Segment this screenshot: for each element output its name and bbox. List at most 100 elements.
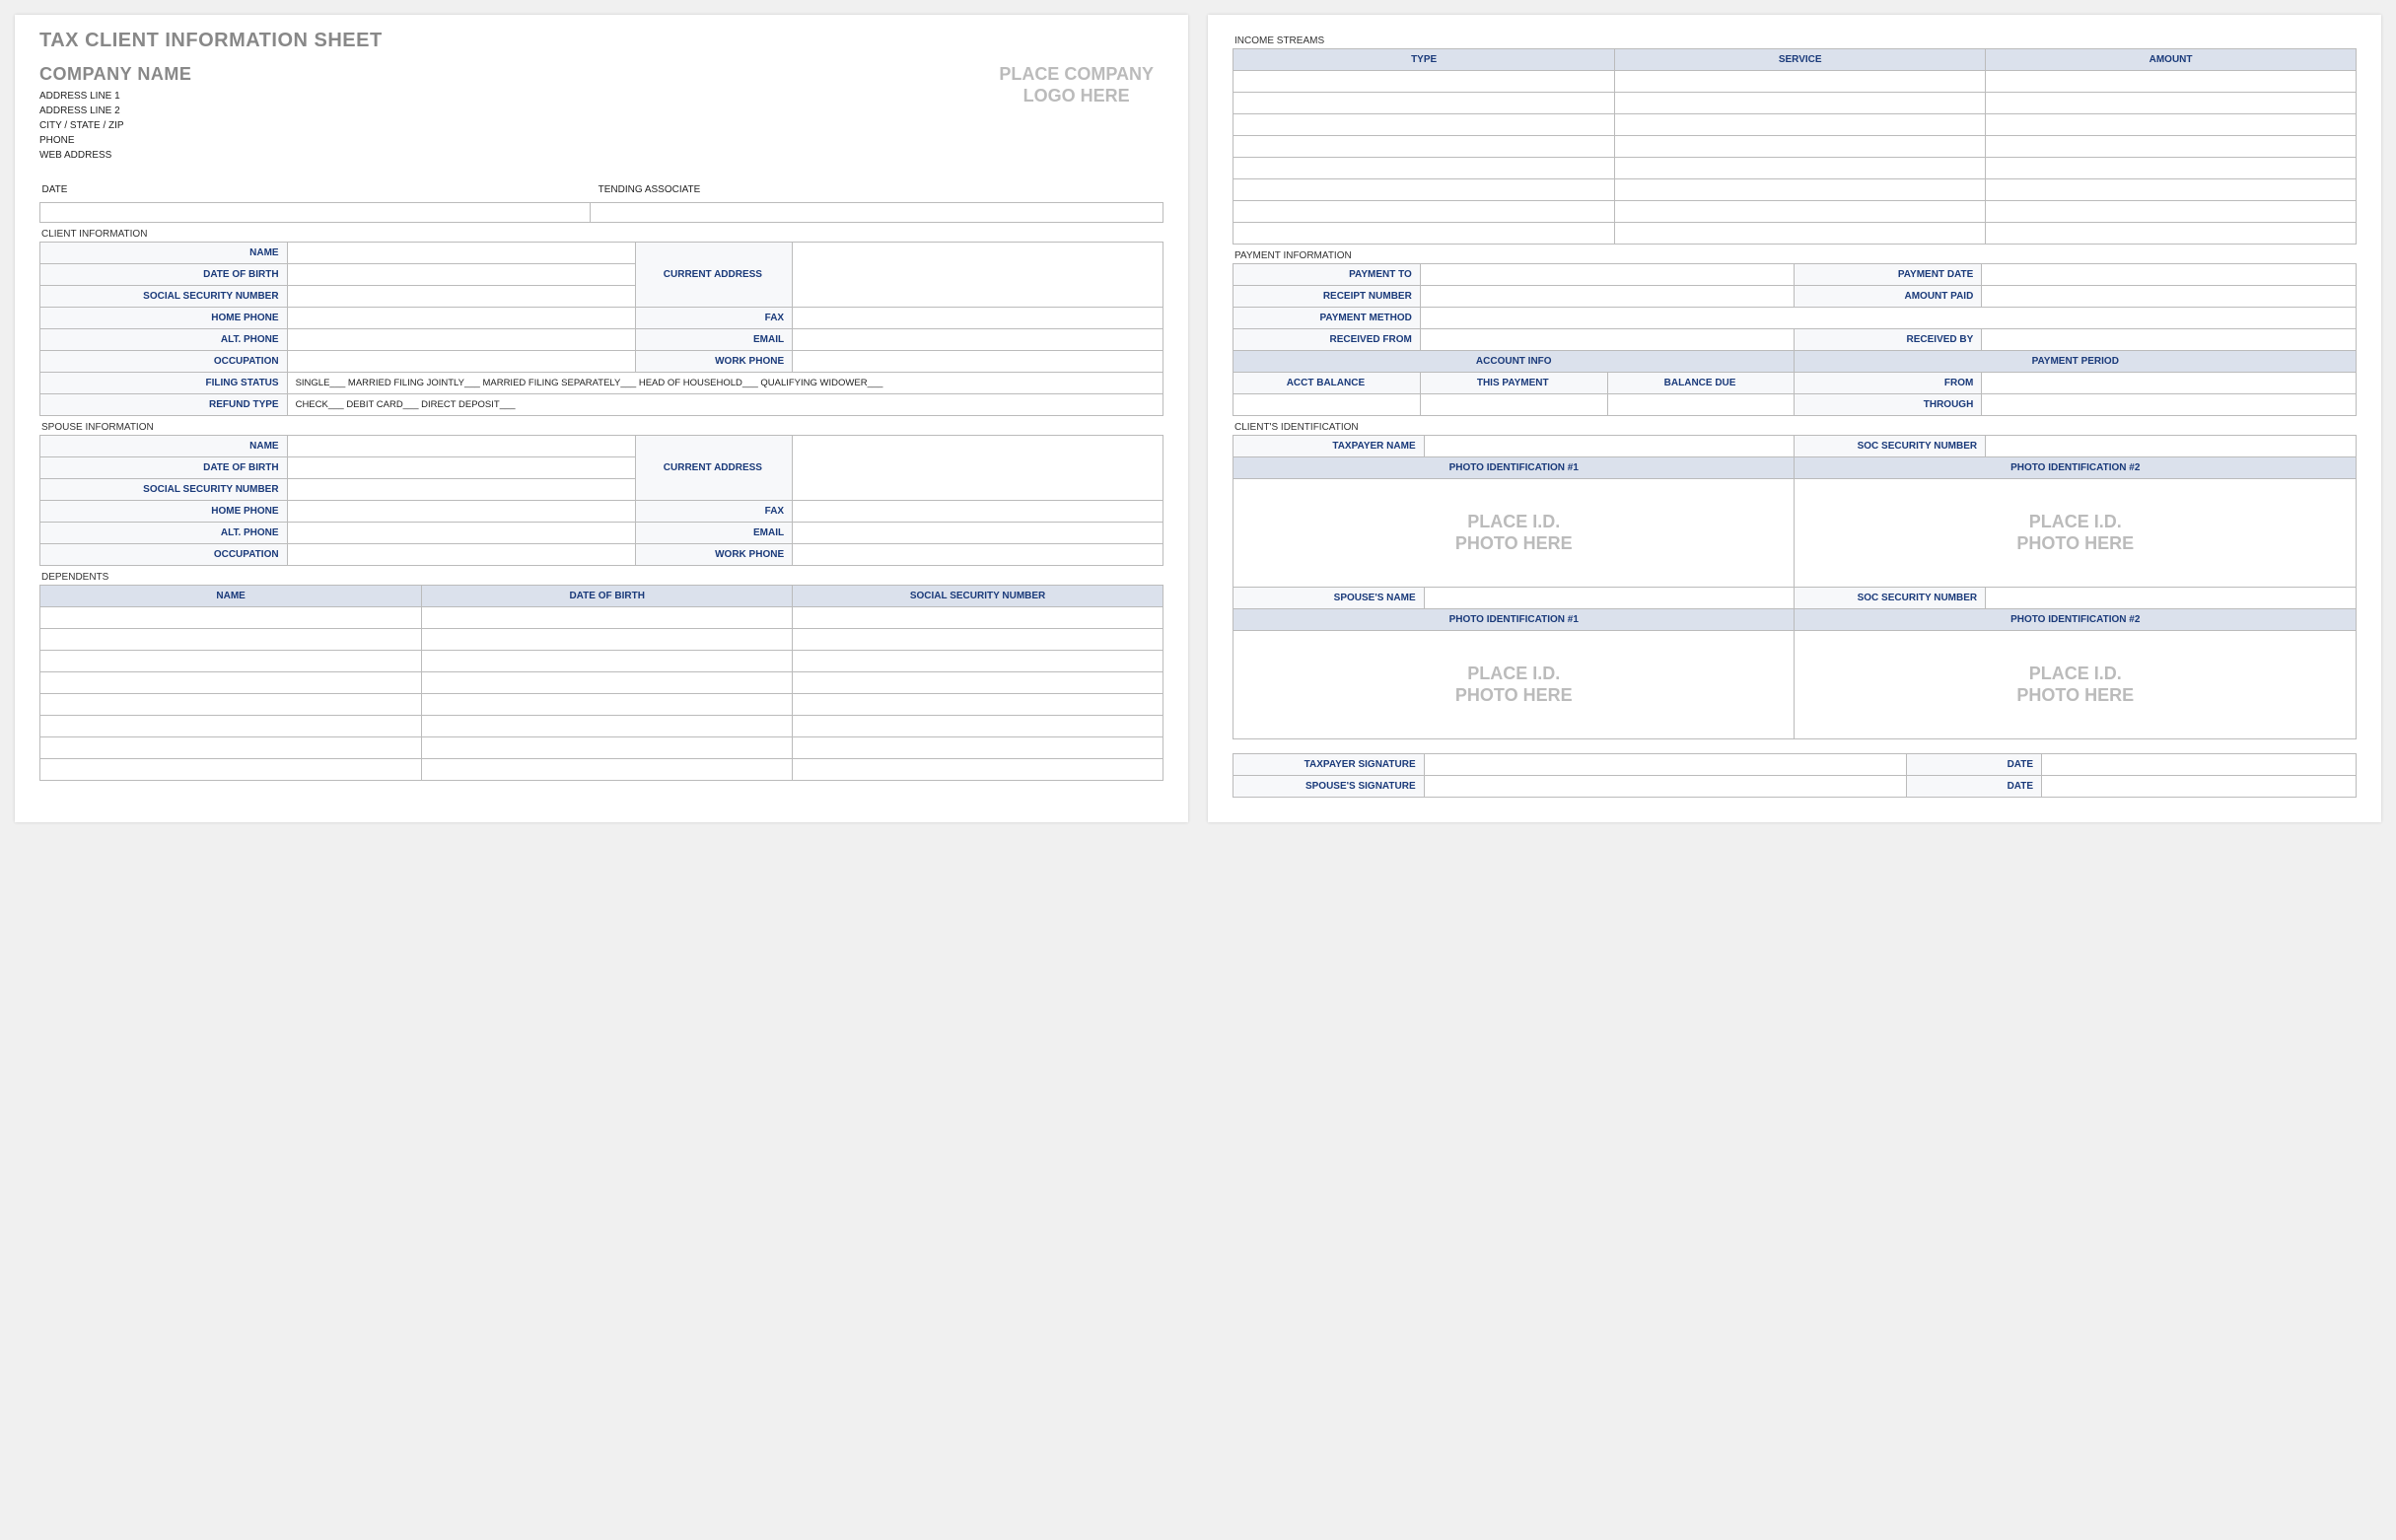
income-cell[interactable] xyxy=(1986,158,2357,179)
spouse-ssn-input[interactable] xyxy=(287,478,635,500)
dep-cell[interactable] xyxy=(422,693,793,715)
dep-cell[interactable] xyxy=(40,606,422,628)
income-cell[interactable] xyxy=(1233,114,1615,136)
income-cell[interactable] xyxy=(1986,223,2357,245)
spouse-name-input[interactable] xyxy=(287,435,635,456)
dep-cell[interactable] xyxy=(793,736,1163,758)
spouse-alt-input[interactable] xyxy=(287,522,635,543)
spouse-id-name-input[interactable] xyxy=(1424,588,1795,609)
client-name-input[interactable] xyxy=(287,242,635,263)
client-ssn-input[interactable] xyxy=(287,285,635,307)
income-cell[interactable] xyxy=(1233,223,1615,245)
date-input[interactable] xyxy=(40,202,591,222)
spouse-sig-date-input[interactable] xyxy=(2042,776,2357,798)
dep-cell[interactable] xyxy=(40,736,422,758)
receipt-input[interactable] xyxy=(1420,286,1795,308)
dep-cell[interactable] xyxy=(422,736,793,758)
dep-cell[interactable] xyxy=(40,693,422,715)
balance-due-input[interactable] xyxy=(1607,394,1795,416)
dep-cell[interactable] xyxy=(40,758,422,780)
dep-cell[interactable] xyxy=(422,628,793,650)
income-cell[interactable] xyxy=(1233,136,1615,158)
income-cell[interactable] xyxy=(1615,158,1986,179)
dep-cell[interactable] xyxy=(422,758,793,780)
client-work-input[interactable] xyxy=(793,350,1163,372)
taxpayer-ssn-input[interactable] xyxy=(1986,436,2357,457)
income-cell[interactable] xyxy=(1233,93,1615,114)
taxpayer-sig-date-input[interactable] xyxy=(2042,754,2357,776)
income-cell[interactable] xyxy=(1615,223,1986,245)
dep-cell[interactable] xyxy=(422,715,793,736)
amount-paid-input[interactable] xyxy=(1982,286,2357,308)
dep-cell[interactable] xyxy=(793,693,1163,715)
dep-cell[interactable] xyxy=(40,628,422,650)
client-fax-input[interactable] xyxy=(793,307,1163,328)
taxpayer-name-input[interactable] xyxy=(1424,436,1795,457)
dep-cell[interactable] xyxy=(40,650,422,671)
dep-cell[interactable] xyxy=(793,758,1163,780)
taxpayer-sig-input[interactable] xyxy=(1424,754,1907,776)
payment-method-input[interactable] xyxy=(1420,308,2356,329)
income-cell[interactable] xyxy=(1986,136,2357,158)
spouse-email-input[interactable] xyxy=(793,522,1163,543)
spouse-photo1-placeholder[interactable]: PLACE I.D.PHOTO HERE xyxy=(1233,631,1795,739)
income-cell[interactable] xyxy=(1615,71,1986,93)
income-cell[interactable] xyxy=(1615,201,1986,223)
payment-date-input[interactable] xyxy=(1982,264,2357,286)
received-from-input[interactable] xyxy=(1420,329,1795,351)
dep-cell[interactable] xyxy=(422,650,793,671)
payment-to-input[interactable] xyxy=(1420,264,1795,286)
client-curaddr-input[interactable] xyxy=(793,242,1163,307)
client-home-input[interactable] xyxy=(287,307,635,328)
dep-cell[interactable] xyxy=(422,606,793,628)
income-cell[interactable] xyxy=(1233,201,1615,223)
spouse-info-heading: SPOUSE INFORMATION xyxy=(41,422,1163,433)
income-cell[interactable] xyxy=(1615,114,1986,136)
client-email-input[interactable] xyxy=(793,328,1163,350)
dep-cell[interactable] xyxy=(793,715,1163,736)
dep-cell[interactable] xyxy=(40,671,422,693)
spouse-sig-input[interactable] xyxy=(1424,776,1907,798)
income-cell[interactable] xyxy=(1986,114,2357,136)
spouse-work-input[interactable] xyxy=(793,543,1163,565)
taxpayer-photo2-placeholder[interactable]: PLACE I.D.PHOTO HERE xyxy=(1795,479,2357,588)
client-alt-input[interactable] xyxy=(287,328,635,350)
client-refund-options[interactable]: CHECK___ DEBIT CARD___ DIRECT DEPOSIT___ xyxy=(287,393,1163,415)
dep-cell[interactable] xyxy=(793,650,1163,671)
this-payment-input[interactable] xyxy=(1420,394,1607,416)
acct-balance-input[interactable] xyxy=(1233,394,1421,416)
associate-input[interactable] xyxy=(591,202,1163,222)
income-cell[interactable] xyxy=(1233,71,1615,93)
income-cell[interactable] xyxy=(1615,179,1986,201)
period-from-input[interactable] xyxy=(1982,373,2357,394)
page-right: INCOME STREAMS TYPE SERVICE AMOUNT PAYME… xyxy=(1208,15,2381,822)
spouse-fax-input[interactable] xyxy=(793,500,1163,522)
income-cell[interactable] xyxy=(1986,93,2357,114)
income-cell[interactable] xyxy=(1986,201,2357,223)
income-cell[interactable] xyxy=(1986,179,2357,201)
dep-cell[interactable] xyxy=(40,715,422,736)
income-cell[interactable] xyxy=(1233,179,1615,201)
income-cell[interactable] xyxy=(1615,93,1986,114)
spouse-dob-input[interactable] xyxy=(287,456,635,478)
dep-cell[interactable] xyxy=(793,671,1163,693)
period-through-input[interactable] xyxy=(1982,394,2357,416)
client-dob-input[interactable] xyxy=(287,263,635,285)
client-filing-options[interactable]: SINGLE___ MARRIED FILING JOINTLY___ MARR… xyxy=(287,372,1163,393)
spouse-id-ssn-input[interactable] xyxy=(1986,588,2357,609)
dep-cell[interactable] xyxy=(793,606,1163,628)
dep-cell[interactable] xyxy=(422,671,793,693)
spouse-occ-input[interactable] xyxy=(287,543,635,565)
spouse-curaddr-input[interactable] xyxy=(793,435,1163,500)
income-cell[interactable] xyxy=(1986,71,2357,93)
income-cell[interactable] xyxy=(1615,136,1986,158)
income-cell[interactable] xyxy=(1233,158,1615,179)
spouse-home-input[interactable] xyxy=(287,500,635,522)
client-occ-input[interactable] xyxy=(287,350,635,372)
taxpayer-photo1-placeholder[interactable]: PLACE I.D.PHOTO HERE xyxy=(1233,479,1795,588)
client-work-label: WORK PHONE xyxy=(635,350,792,372)
spouse-name-label: NAME xyxy=(40,435,288,456)
spouse-photo2-placeholder[interactable]: PLACE I.D.PHOTO HERE xyxy=(1795,631,2357,739)
dep-cell[interactable] xyxy=(793,628,1163,650)
received-by-input[interactable] xyxy=(1982,329,2357,351)
